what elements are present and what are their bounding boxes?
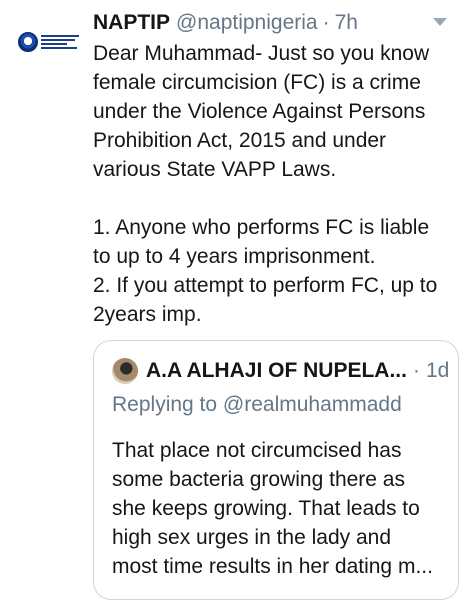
quoted-line: she keeps growing. That leads to <box>112 497 420 520</box>
quoted-line: That place not circumcised has <box>112 439 402 462</box>
tweet-text: Dear Muhammad- Just so you know female c… <box>93 39 463 329</box>
tweet-line-blank <box>93 184 463 213</box>
quoted-line: high sex urges in the lady and <box>112 526 392 549</box>
logo-text-lines <box>41 35 79 49</box>
quoted-time[interactable]: 1d <box>426 359 449 383</box>
chevron-down-icon[interactable] <box>433 14 447 30</box>
author-name[interactable]: NAPTIP <box>93 9 170 37</box>
tweet-line: female circumcision (FC) is a crime <box>93 71 421 94</box>
tweet-line: Dear Muhammad- Just so you know <box>93 42 430 65</box>
replying-to[interactable]: Replying to @realmuhammadd <box>112 391 402 419</box>
quoted-tweet[interactable]: A.A ALHAJI OF NUPELA... · 1d Replying to… <box>93 340 459 600</box>
user-avatar-icon[interactable] <box>112 358 138 384</box>
seal-mark <box>18 32 38 52</box>
quoted-header: A.A ALHAJI OF NUPELA... · 1d <box>112 357 449 385</box>
tweet-line: various State VAPP Laws. <box>93 158 337 181</box>
tweet-line: Prohibition Act, 2015 and under <box>93 129 387 152</box>
tweet-card[interactable]: NAPTIP @naptipnigeria · 7h Dear Muhammad… <box>0 0 473 600</box>
tweet-time[interactable]: 7h <box>335 9 358 37</box>
quoted-line: most time results in her dating m... <box>112 555 433 578</box>
tweet-line: 2years imp. <box>93 303 202 326</box>
tweet-line: 2. If you attempt to perform FC, up to <box>93 274 438 297</box>
quoted-author-name[interactable]: A.A ALHAJI OF NUPELA... <box>146 359 407 383</box>
tweet-line: 1. Anyone who performs FC is liable <box>93 216 430 239</box>
separator-dot: · <box>412 359 420 382</box>
separator-dot: · <box>322 11 330 34</box>
quoted-text: That place not circumcised has some bact… <box>112 436 448 581</box>
naptip-logo-icon[interactable] <box>18 30 79 54</box>
quoted-line: some bacteria growing there as <box>112 468 405 491</box>
tweet-line: under the Violence Against Persons <box>93 100 426 123</box>
tweet-line: to up to 4 years imprisonment. <box>93 245 376 268</box>
tweet-header: NAPTIP @naptipnigeria · 7h <box>93 9 358 37</box>
author-handle[interactable]: @naptipnigeria <box>176 9 318 37</box>
